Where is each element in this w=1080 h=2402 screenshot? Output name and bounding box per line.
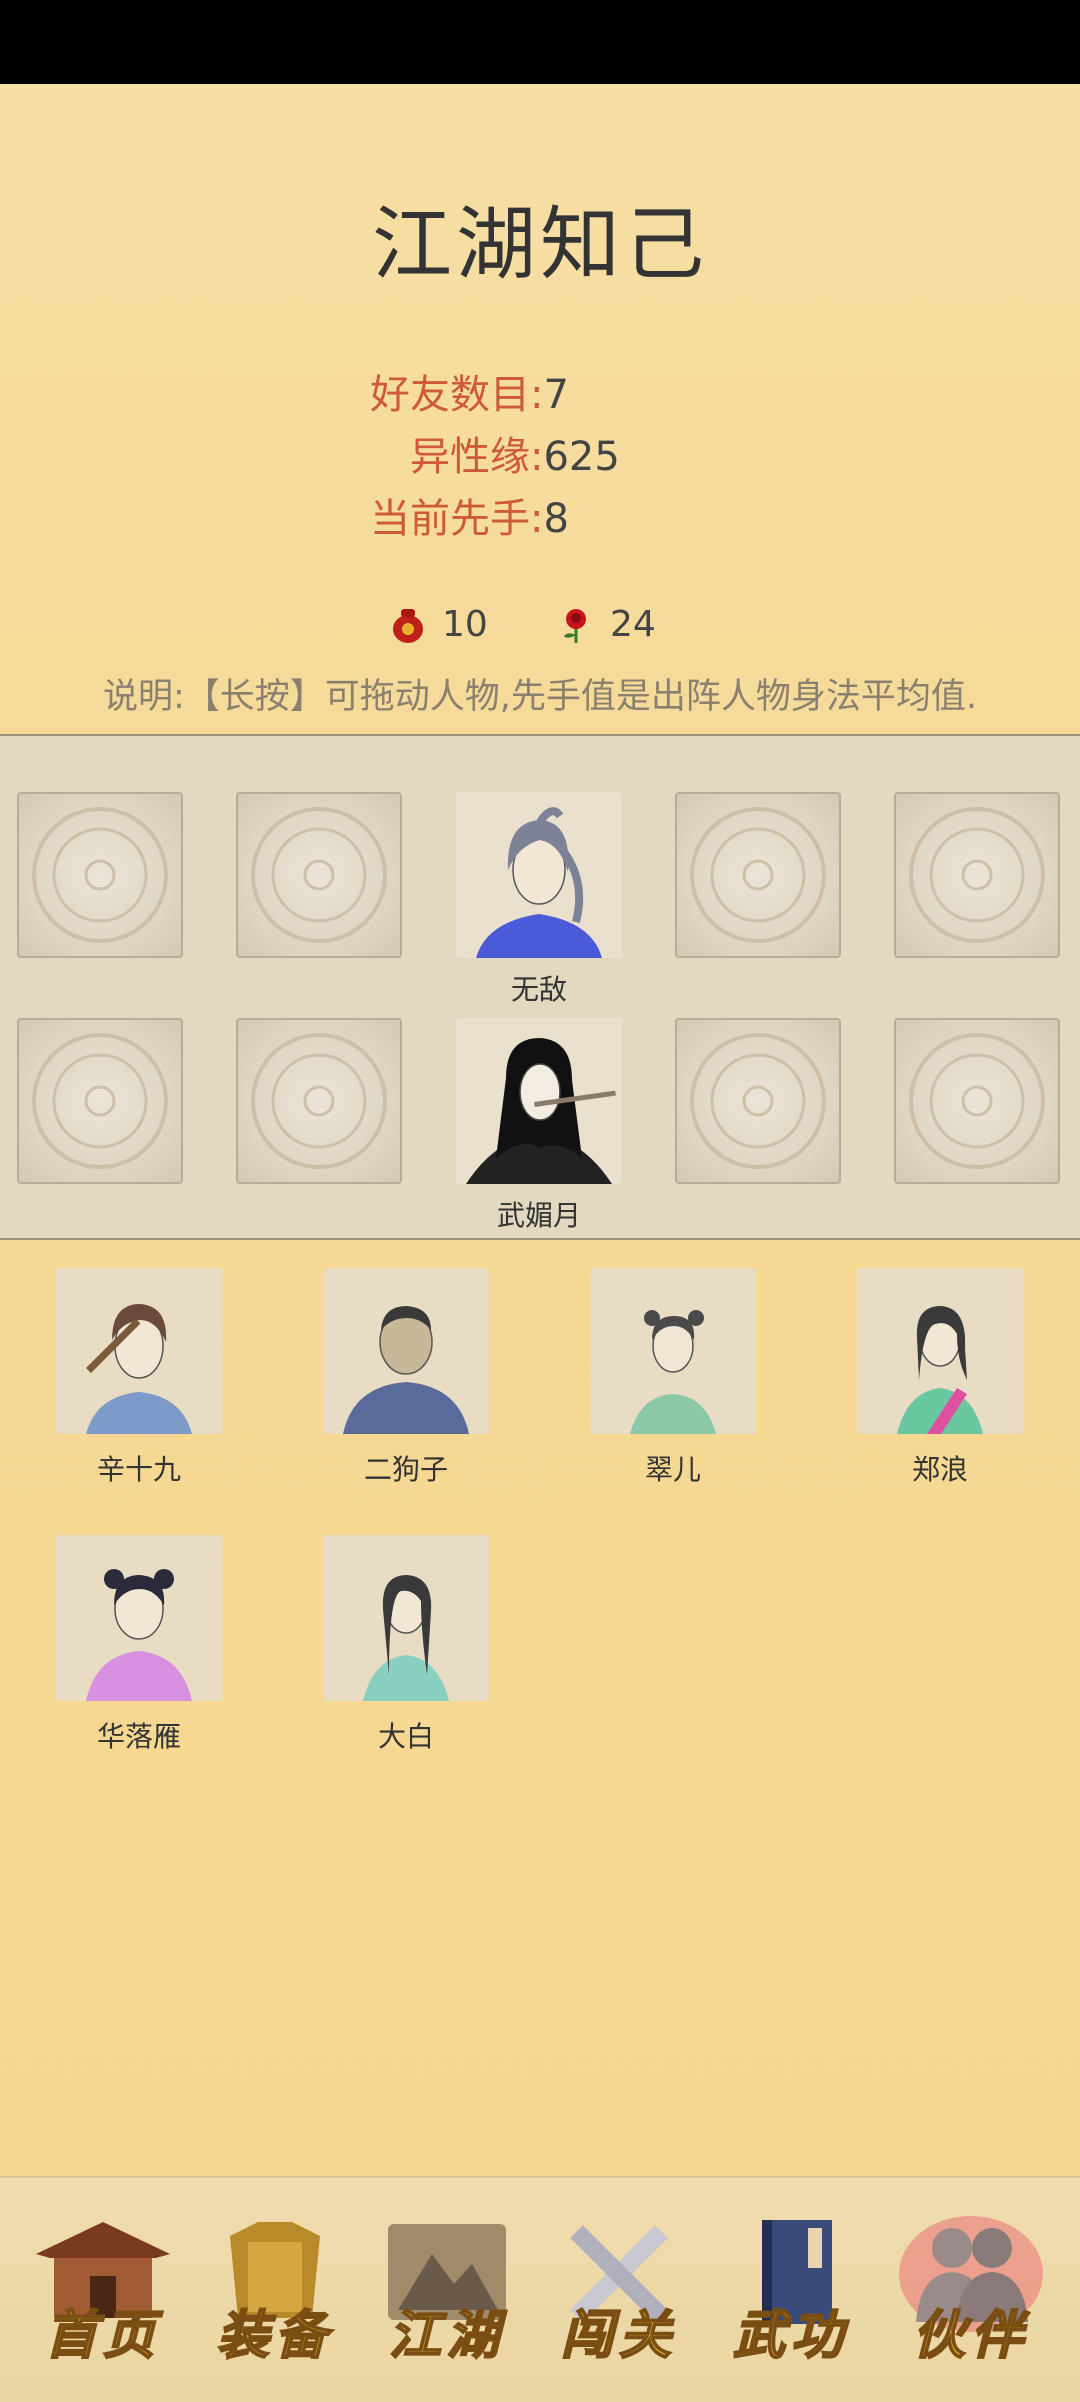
battle-lineup: 无敌 武媚月 [0,734,1080,1240]
character-portrait-icon [363,1575,449,1701]
rose-icon [564,608,586,643]
bottom-nav: 首页 装备 江湖 闯关 武功 伙伴 [0,2176,1080,2402]
stat-initiative: 当前先手:8 [370,496,569,542]
emblem-icon [690,1033,826,1169]
emblem-icon [32,1033,168,1169]
nav-label: 装备 [216,2304,333,2367]
empty-slot[interactable] [17,1018,183,1184]
nav-partners[interactable]: 伙伴 [896,2214,1046,2374]
nav-martial-arts[interactable]: 武功 [716,2214,866,2374]
empty-slot[interactable] [675,1018,841,1184]
lineup-portrait-wumeiyue[interactable] [456,1018,622,1184]
empty-slot[interactable] [894,1018,1060,1184]
friend-name: 辛十九 [96,1453,181,1486]
friend-name: 华落雁 [96,1720,181,1753]
friend-portrait[interactable] [56,1535,222,1701]
stat-friend-count: 好友数目:7 [370,372,569,418]
friend-portrait[interactable] [56,1268,222,1434]
red-pouch-icon [393,608,423,643]
status-bar [0,0,1080,84]
friend-name: 翠儿 [644,1453,701,1486]
empty-slot[interactable] [894,792,1060,958]
nav-label: 武功 [732,2304,849,2367]
friend-portrait[interactable] [323,1268,489,1434]
emblem-icon [690,807,826,943]
lineup-portrait-wudi[interactable] [456,792,622,958]
empty-slot[interactable] [675,792,841,958]
emblem-icon [251,807,387,943]
friend-portrait[interactable] [323,1535,489,1701]
description-text: 说明:【长按】可拖动人物,先手值是出阵人物身法平均值. [102,677,978,717]
character-portrait-icon [630,1310,716,1434]
friend-portrait[interactable] [857,1268,1023,1434]
emblem-icon [909,807,1045,943]
emblem-icon [909,1033,1045,1169]
stat-charm: 异性缘:625 [410,434,620,480]
emblem-icon [32,807,168,943]
friend-name: 大白 [377,1720,434,1753]
nav-jianghu[interactable]: 江湖 [372,2214,522,2374]
nav-equipment[interactable]: 装备 [200,2214,350,2374]
friend-name: 郑浪 [911,1453,968,1486]
empty-slot[interactable] [236,792,402,958]
page-title: 江湖知己 [372,198,708,291]
character-portrait-icon [897,1306,983,1434]
nav-label: 闯关 [560,2304,677,2367]
currency-rose: 24 [558,604,656,645]
character-portrait-icon [86,1569,192,1701]
friend-portrait[interactable] [590,1268,756,1434]
character-portrait-icon [476,807,602,958]
nav-challenge[interactable]: 闯关 [544,2214,694,2374]
empty-slot[interactable] [236,1018,402,1184]
nav-label: 伙伴 [912,2304,1029,2367]
currency-pouch: 10 [390,604,488,645]
nav-label: 首页 [44,2304,161,2367]
character-portrait-icon [466,1038,616,1184]
empty-slot[interactable] [17,792,183,958]
character-portrait-icon [343,1306,469,1434]
lineup-name: 武媚月 [496,1199,581,1232]
emblem-icon [251,1033,387,1169]
nav-label: 江湖 [388,2304,505,2367]
nav-home[interactable]: 首页 [28,2214,178,2374]
lineup-name: 无敌 [510,973,567,1006]
character-portrait-icon [86,1304,192,1434]
friend-name: 二狗子 [363,1453,448,1486]
